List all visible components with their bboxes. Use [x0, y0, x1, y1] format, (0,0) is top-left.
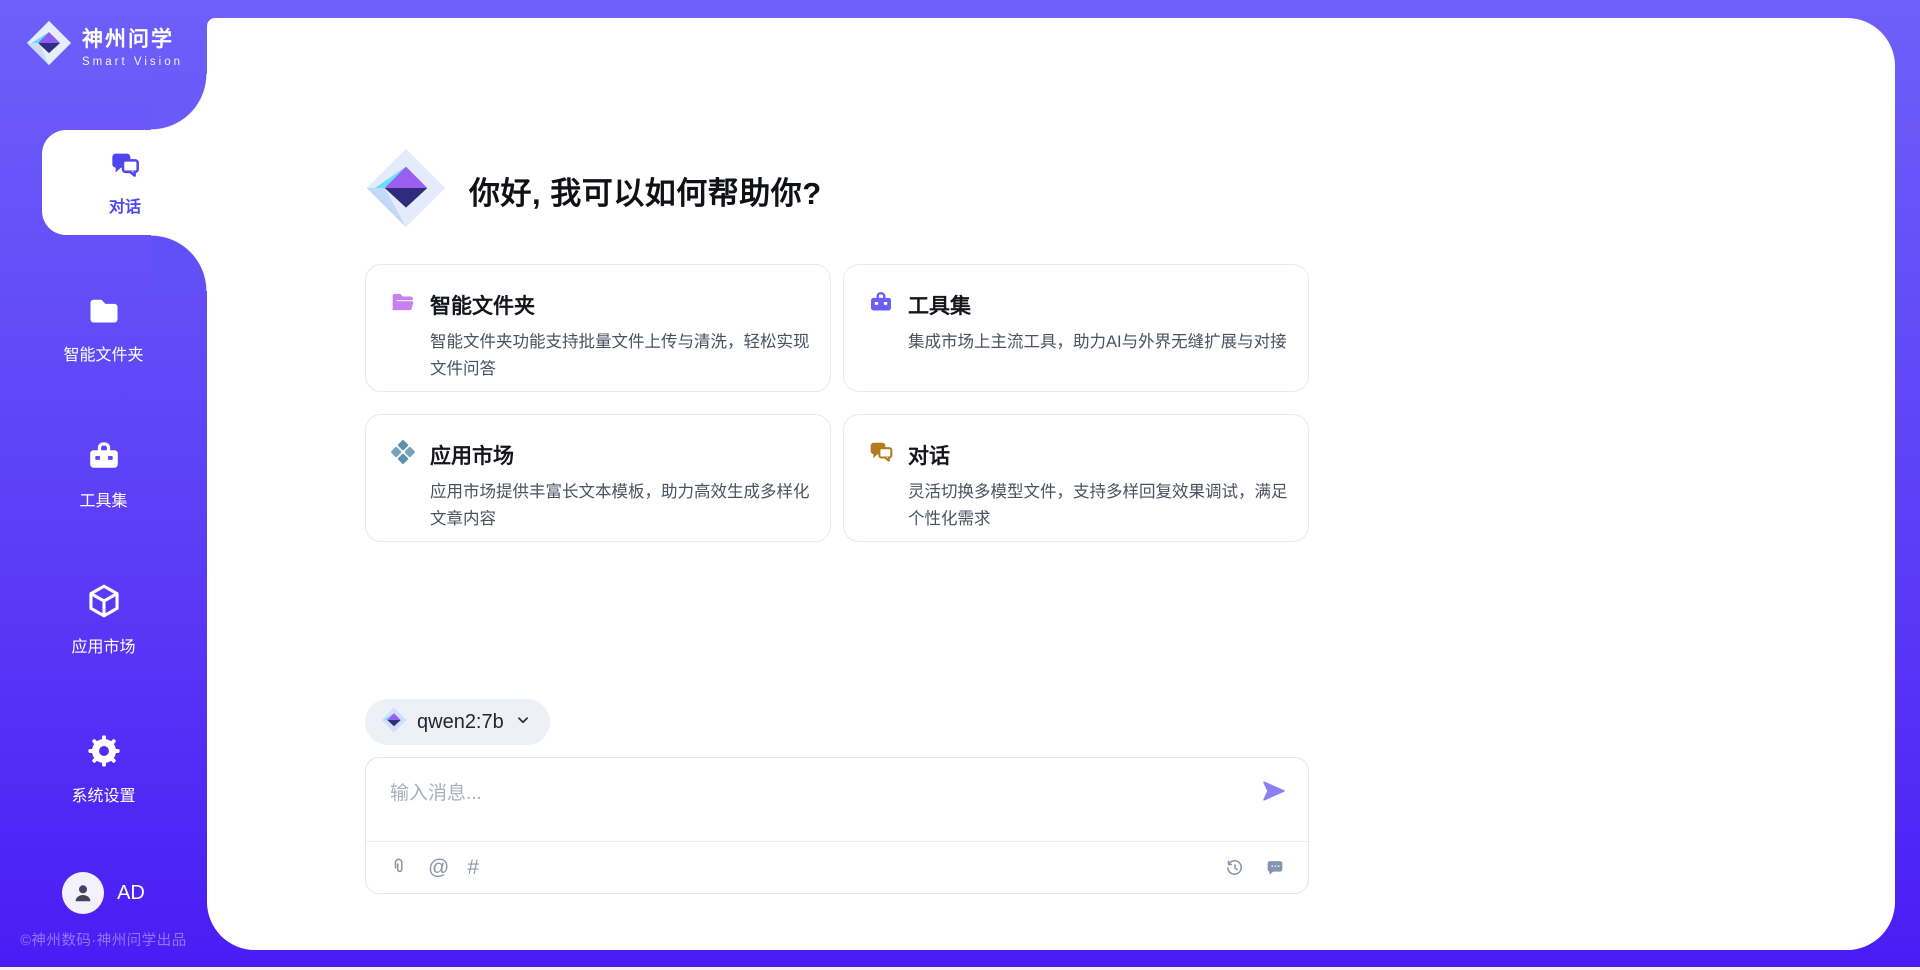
composer-toolbar: @ # [366, 841, 1308, 893]
card-smart-folder[interactable]: 智能文件夹 智能文件夹功能支持批量文件上传与清洗，轻松实现文件问答 [365, 264, 831, 392]
sidebar-item-settings[interactable]: 系统设置 [0, 733, 207, 806]
card-toolbox[interactable]: 工具集 集成市场上主流工具，助力AI与外界无缝扩展与对接 [843, 264, 1309, 392]
chevron-down-icon [514, 711, 532, 734]
card-chat[interactable]: 对话 灵活切换多模型文件，支持多样回复效果调试，满足个性化需求 [843, 414, 1309, 542]
sidebar-item-label: 智能文件夹 [63, 341, 143, 365]
brand-subtitle: Smart Vision [82, 56, 183, 68]
sidebar-item-label: 工具集 [79, 487, 127, 511]
folder-open-icon [390, 289, 416, 320]
user-name: AD [117, 882, 145, 905]
grid-cube-icon [390, 439, 416, 470]
greeting: 你好, 我可以如何帮助你? [365, 147, 1309, 234]
message-input[interactable] [390, 778, 1210, 834]
card-title: 工具集 [908, 290, 971, 320]
sidebar-item-label: 系统设置 [71, 782, 135, 806]
attachment-icon[interactable] [388, 857, 410, 879]
sidebar-item-label: 应用市场 [71, 633, 135, 657]
model-diamond-icon [381, 707, 407, 738]
card-description: 应用市场提供丰富长文本模板，助力高效生成多样化文章内容 [430, 479, 812, 532]
sidebar-item-toolbox[interactable]: 工具集 [0, 438, 207, 511]
main-content: 你好, 我可以如何帮助你? 智能文件夹 智能文件夹功能支持批量文件上传与清洗，轻… [365, 0, 1309, 894]
brand: 神州问学 Smart Vision [26, 20, 183, 71]
card-description: 灵活切换多模型文件，支持多样回复效果调试，满足个性化需求 [908, 479, 1290, 532]
user-account[interactable]: AD [0, 872, 207, 914]
folder-icon [86, 292, 122, 333]
chat-bubble-icon[interactable] [1264, 857, 1286, 879]
model-selector[interactable]: qwen2:7b [365, 699, 550, 745]
card-title: 应用市场 [430, 440, 514, 470]
sidebar-item-app-market[interactable]: 应用市场 [0, 582, 207, 657]
tab-curve-top [151, 74, 207, 130]
sidebar-item-label: 对话 [109, 193, 141, 217]
message-composer: @ # [365, 757, 1309, 894]
sidebar: 神州问学 Smart Vision 对话 智能文件夹 [0, 0, 207, 970]
brand-logo-diamond-icon [26, 20, 72, 71]
copyright-text: ©神州数码·神州问学出品 [0, 929, 207, 950]
card-description: 集成市场上主流工具，助力AI与外界无缝扩展与对接 [908, 329, 1290, 356]
card-description: 智能文件夹功能支持批量文件上传与清洗，轻松实现文件问答 [430, 329, 812, 382]
card-title: 智能文件夹 [430, 290, 535, 320]
greeting-diamond-icon [365, 147, 447, 234]
model-name: qwen2:7b [417, 711, 504, 734]
cube-icon [85, 582, 123, 625]
brand-title: 神州问学 [82, 23, 183, 53]
toolbox-icon [868, 289, 894, 320]
send-icon[interactable] [1260, 777, 1288, 805]
feature-cards: 智能文件夹 智能文件夹功能支持批量文件上传与清洗，轻松实现文件问答 工具集 集成… [365, 264, 1309, 542]
history-icon[interactable] [1224, 857, 1246, 879]
mention-icon[interactable]: @ [428, 857, 449, 878]
card-title: 对话 [908, 440, 950, 470]
card-app-market[interactable]: 应用市场 应用市场提供丰富长文本模板，助力高效生成多样化文章内容 [365, 414, 831, 542]
sidebar-item-chat[interactable]: 对话 [42, 130, 208, 235]
avatar [62, 872, 104, 914]
chat-bubbles-icon [109, 149, 141, 186]
toolbox-icon [86, 438, 122, 479]
chat-bubbles-icon [868, 439, 894, 470]
sidebar-item-smart-folder[interactable]: 智能文件夹 [0, 292, 207, 365]
tab-curve-bottom [151, 235, 207, 291]
gear-icon [86, 733, 122, 774]
hashtag-icon[interactable]: # [467, 857, 479, 878]
greeting-title: 你好, 我可以如何帮助你? [469, 168, 822, 213]
